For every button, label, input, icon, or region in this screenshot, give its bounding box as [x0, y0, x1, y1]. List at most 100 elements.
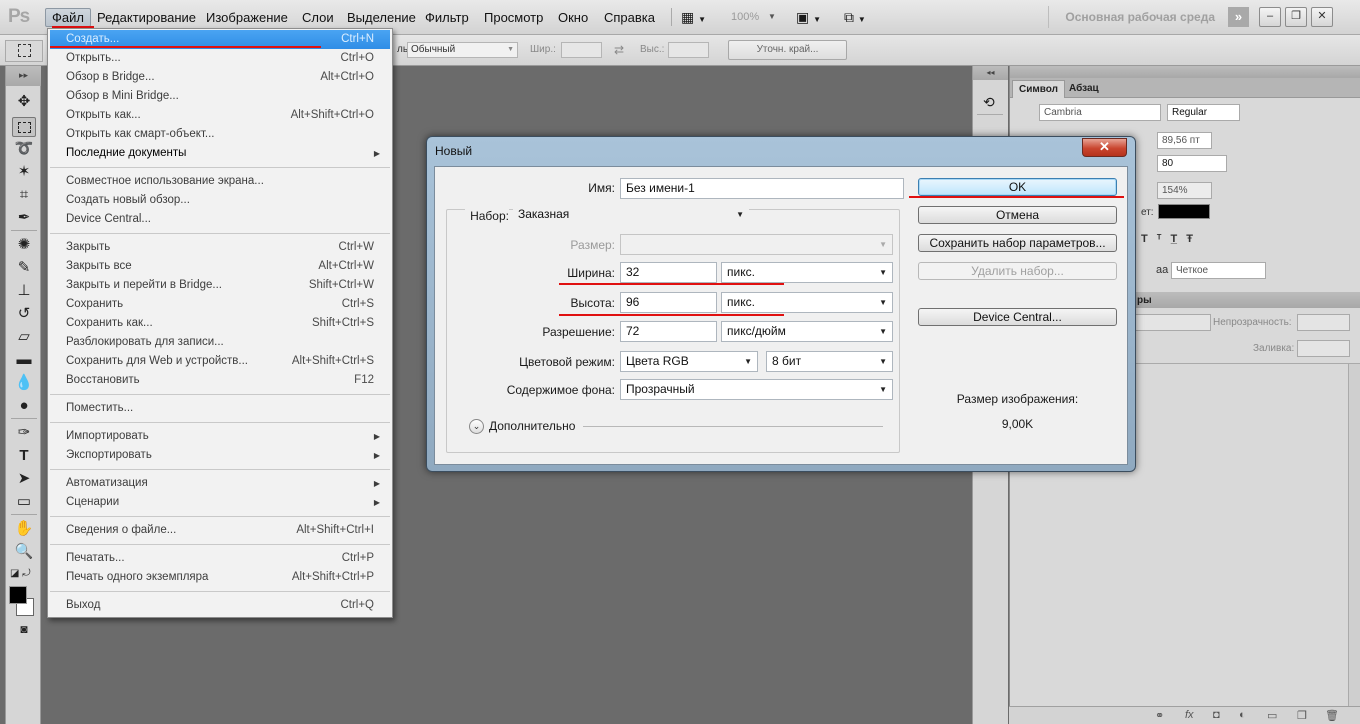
delete-preset-button[interactable]: Удалить набор... [918, 262, 1117, 280]
layer-mask-icon[interactable]: ◘ [1213, 709, 1220, 721]
file-menu-item[interactable]: Восстановить F12 [50, 371, 390, 390]
file-menu-item[interactable]: Сведения о файле... Alt+Shift+Ctrl+I [50, 521, 390, 540]
horizontal-scale-input[interactable]: 154% [1157, 182, 1212, 199]
spot-healing-tool-icon[interactable]: ✺ [12, 235, 36, 255]
restore-button[interactable]: ❐ [1285, 7, 1307, 27]
cancel-button[interactable]: Отмена [918, 206, 1117, 224]
height-input[interactable]: 96 [620, 292, 717, 313]
zoom-tool-icon[interactable]: 🔍 [12, 542, 36, 562]
color-mode-select[interactable]: Цвета RGB ▼ [620, 351, 758, 372]
leading-input[interactable]: 89,56 пт [1157, 132, 1212, 149]
menu-window[interactable]: Окно [553, 8, 593, 27]
menu-select[interactable]: Выделение [342, 8, 421, 27]
menu-help[interactable]: Справка [599, 8, 660, 27]
path-selection-tool-icon[interactable]: ➤ [12, 469, 36, 489]
tracking-input[interactable]: 80 [1157, 155, 1227, 172]
refine-edge-button[interactable]: Уточн. край... [728, 40, 847, 60]
height-unit-select[interactable]: пикс. ▼ [721, 292, 893, 313]
width-input[interactable]: 32 [620, 262, 717, 283]
opacity-input[interactable] [1297, 314, 1350, 331]
file-menu-item[interactable]: Закрыть Ctrl+W [50, 238, 390, 257]
file-menu-item[interactable]: Обзор в Bridge... Alt+Ctrl+O [50, 68, 390, 87]
dodge-tool-icon[interactable]: ● [12, 396, 36, 416]
advanced-label[interactable]: Дополнительно [489, 419, 575, 433]
text-style-icons[interactable]: TᵀT̲Ŧ [1141, 233, 1202, 245]
file-menu-item[interactable]: Печать одного экземпляра Alt+Shift+Ctrl+P [50, 568, 390, 587]
default-colors-icon[interactable]: ◪ ⤾ [10, 568, 31, 579]
file-menu-item[interactable]: Открыть... Ctrl+O [50, 49, 390, 68]
more-workspaces-icon[interactable]: » [1228, 7, 1249, 27]
blend-mode-select[interactable] [1127, 314, 1211, 331]
file-menu-item[interactable]: Device Central... [50, 210, 390, 229]
screen-mode-icon[interactable]: ⧉ ▼ [843, 8, 867, 28]
move-tool-icon[interactable]: ✥ [12, 92, 36, 112]
file-menu-item[interactable]: Выход Ctrl+Q [50, 596, 390, 615]
clone-stamp-tool-icon[interactable]: ⊥ [12, 281, 36, 301]
rectangle-tool-icon[interactable]: ▭ [12, 492, 36, 512]
swap-arrows-icon[interactable]: ⇄ [614, 43, 624, 57]
close-button[interactable]: ✕ [1311, 7, 1333, 27]
tab-layers-fragment[interactable]: ры [1137, 295, 1152, 306]
menu-filter[interactable]: Фильтр [420, 8, 474, 27]
blur-tool-icon[interactable]: 💧 [12, 373, 36, 393]
width-unit-select[interactable]: пикс. ▼ [721, 262, 893, 283]
style-select[interactable]: Обычный ▼ [407, 42, 518, 58]
name-input[interactable]: Без имени-1 [620, 178, 904, 199]
save-preset-button[interactable]: Сохранить набор параметров... [918, 234, 1117, 252]
font-family-select[interactable]: Cambria [1039, 104, 1161, 121]
text-color-swatch[interactable] [1158, 204, 1210, 219]
background-contents-select[interactable]: Прозрачный ▼ [620, 379, 893, 400]
menu-layers[interactable]: Слои [297, 8, 339, 27]
history-brush-tool-icon[interactable]: ↺ [12, 304, 36, 324]
arrange-documents-icon[interactable]: ▣ ▼ [795, 8, 822, 28]
resolution-unit-select[interactable]: пикс/дюйм ▼ [721, 321, 893, 342]
file-menu-item[interactable]: Открыть как... Alt+Shift+Ctrl+O [50, 106, 390, 125]
menu-image[interactable]: Изображение [201, 8, 293, 27]
lasso-tool-icon[interactable]: ➰ [12, 139, 36, 159]
dialog-close-button[interactable]: ✕ [1082, 138, 1127, 157]
preset-select[interactable]: Заказная ▼ [513, 205, 749, 226]
link-layers-icon[interactable]: ⚭ [1155, 709, 1164, 722]
crop-tool-icon[interactable]: ⌗ [12, 185, 36, 205]
workspace-switcher[interactable]: Основная рабочая среда [1065, 10, 1215, 24]
rectangular-marquee-tool-icon[interactable] [12, 117, 36, 137]
resolution-input[interactable]: 72 [620, 321, 717, 342]
file-menu-item[interactable]: Поместить... [50, 399, 390, 418]
magic-wand-tool-icon[interactable]: ✶ [12, 162, 36, 182]
file-menu-item[interactable]: Сохранить как... Shift+Ctrl+S [50, 314, 390, 333]
zoom-level[interactable]: 100% [731, 11, 759, 23]
hand-tool-icon[interactable]: ✋ [12, 519, 36, 539]
type-tool-icon[interactable]: T [12, 446, 36, 466]
layers-scrollbar[interactable] [1348, 364, 1360, 706]
brush-tool-icon[interactable]: ✎ [12, 258, 36, 278]
launch-bridge-icon[interactable]: ▦ ▼ [680, 8, 707, 28]
pen-tool-icon[interactable]: ✑ [12, 423, 36, 443]
bit-depth-select[interactable]: 8 бит ▼ [766, 351, 893, 372]
file-menu-item[interactable]: Экспортировать ▶ [50, 446, 390, 465]
fill-input[interactable] [1297, 340, 1350, 357]
adjustment-layer-icon[interactable]: ◐ [1239, 709, 1246, 721]
device-central-button[interactable]: Device Central... [918, 308, 1117, 326]
advanced-expand-icon[interactable]: ⌄ [469, 419, 484, 434]
file-menu-item[interactable]: Импортировать ▶ [50, 427, 390, 446]
quick-mask-icon[interactable]: ◙ [12, 619, 36, 639]
delete-layer-icon[interactable]: 🗑 [1325, 709, 1339, 722]
history-panel-icon[interactable]: ⟲ [983, 94, 995, 111]
file-menu-item[interactable]: Открыть как смарт-объект... [50, 125, 390, 144]
layer-style-icon[interactable]: fx [1185, 709, 1194, 721]
file-menu-item[interactable]: Обзор в Mini Bridge... [50, 87, 390, 106]
menu-edit[interactable]: Редактирование [92, 8, 201, 27]
new-layer-icon[interactable]: ❐ [1297, 709, 1307, 722]
size-select[interactable]: ▼ [620, 234, 893, 255]
file-menu-item[interactable]: Сохранить Ctrl+S [50, 295, 390, 314]
foreground-color-swatch[interactable] [9, 586, 27, 604]
eraser-tool-icon[interactable]: ▱ [12, 327, 36, 347]
file-menu-item[interactable]: Печатать... Ctrl+P [50, 549, 390, 568]
minimize-button[interactable]: – [1259, 7, 1281, 27]
width-input[interactable] [561, 42, 602, 58]
font-style-select[interactable]: Regular [1167, 104, 1240, 121]
ok-button[interactable]: OK [918, 178, 1117, 196]
zoom-dropdown-icon[interactable]: ▼ [768, 12, 776, 21]
menu-view[interactable]: Просмотр [479, 8, 548, 27]
file-menu-item[interactable]: Автоматизация ▶ [50, 474, 390, 493]
